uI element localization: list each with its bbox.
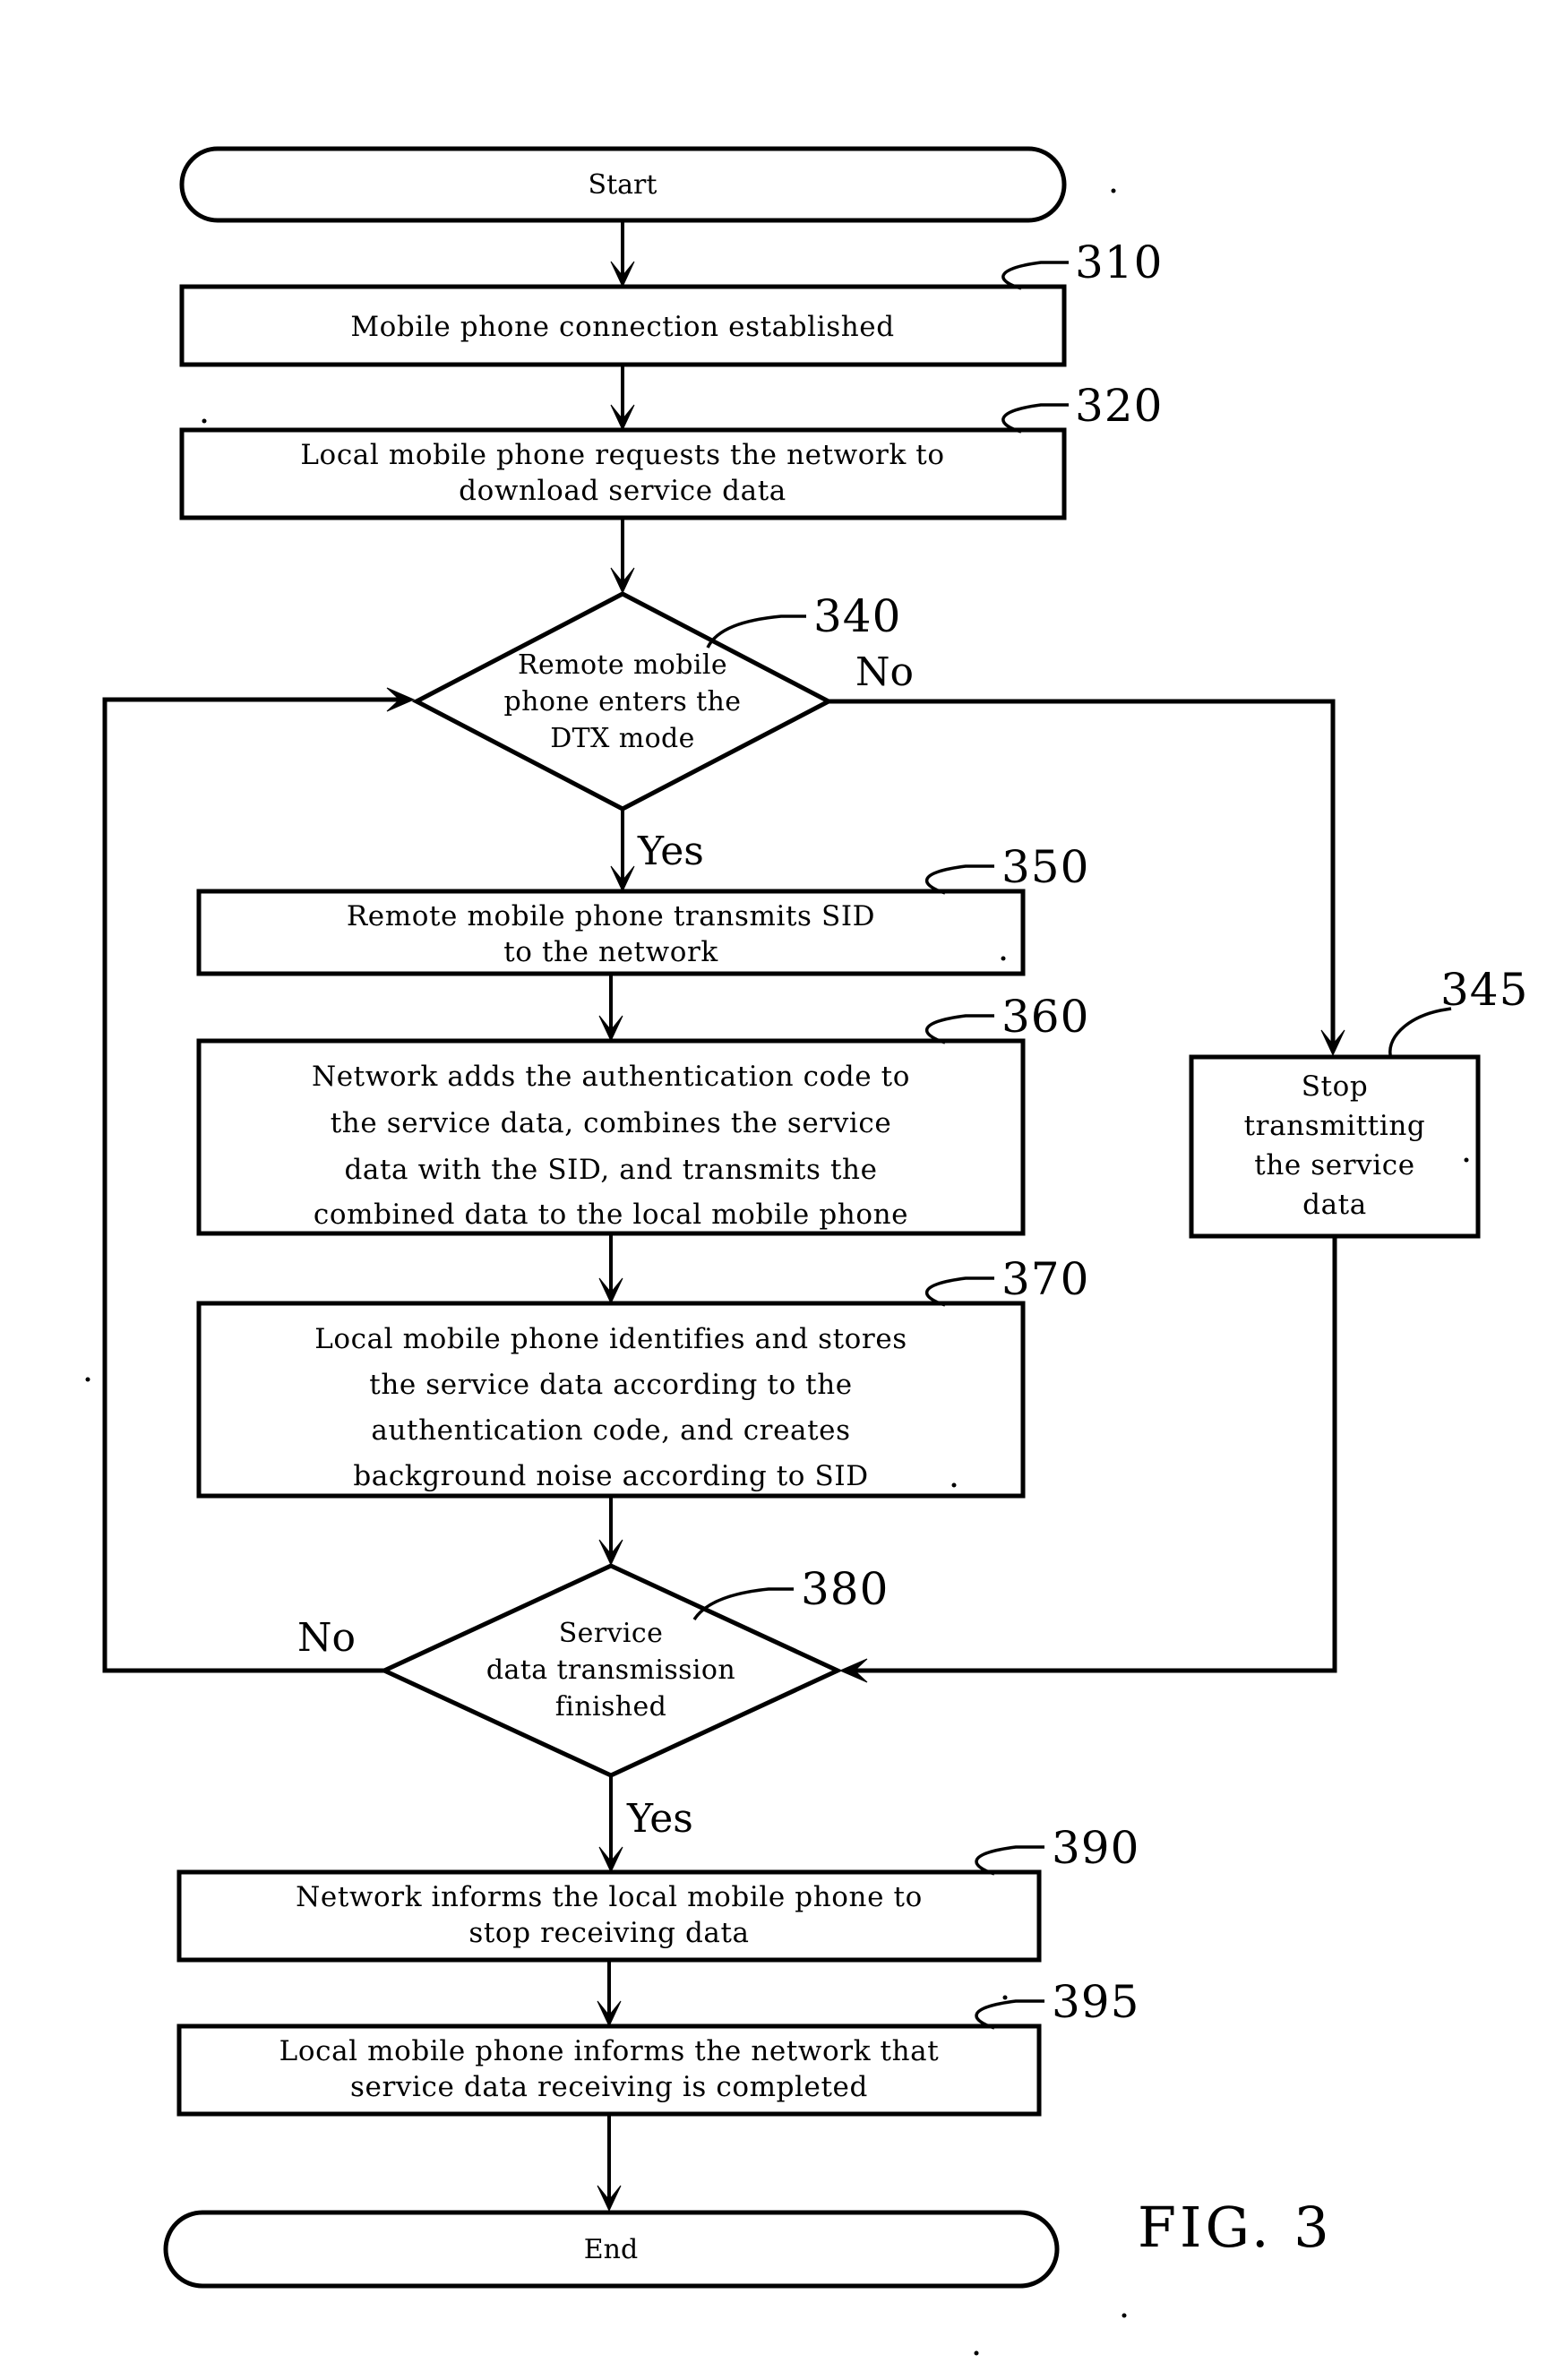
ref-leader-310: 310 bbox=[1001, 236, 1163, 290]
process-345-line-2: the service bbox=[1254, 1149, 1414, 1181]
terminal-end-label: End bbox=[584, 2234, 638, 2265]
process-320-line-0: Local mobile phone requests the network … bbox=[300, 439, 944, 471]
connector-320-to-340 bbox=[610, 518, 635, 594]
ref-number-395: 395 bbox=[1052, 1976, 1139, 2028]
connector-310-to-320 bbox=[610, 365, 635, 431]
ref-number-340: 340 bbox=[813, 590, 901, 642]
ref-leader-345: 345 bbox=[1388, 964, 1528, 1060]
ref-leader-395: 395 bbox=[975, 1976, 1139, 2030]
patent-figure-page: Start Mobile phone connection establishe… bbox=[0, 0, 1547, 2380]
terminal-end: End bbox=[163, 2210, 1060, 2289]
connector-395-to-end bbox=[597, 2114, 622, 2212]
ref-number-390: 390 bbox=[1052, 1822, 1139, 1874]
process-310-line-0: Mobile phone connection established bbox=[350, 311, 894, 343]
process-350-line-0: Remote mobile phone transmits SID bbox=[347, 900, 875, 932]
process-390-line-1: stop receiving data bbox=[468, 1917, 749, 1949]
process-350: Remote mobile phone transmits SID to the… bbox=[196, 889, 1026, 976]
ref-leader-350: 350 bbox=[924, 841, 1089, 895]
branch-label-340-no: No bbox=[855, 649, 914, 695]
decision-340-line-1: phone enters the bbox=[504, 686, 742, 717]
process-370-line-3: background noise according to SID bbox=[353, 1460, 868, 1492]
flowchart-canvas: Start Mobile phone connection establishe… bbox=[85, 146, 1528, 2356]
process-310: Mobile phone connection established bbox=[179, 284, 1067, 367]
ref-number-345: 345 bbox=[1440, 964, 1528, 1016]
connector-380-to-390 bbox=[598, 1775, 623, 1873]
ref-leader-380: 380 bbox=[692, 1563, 889, 1621]
connector-370-to-380 bbox=[598, 1496, 623, 1566]
process-320: Local mobile phone requests the network … bbox=[179, 427, 1067, 520]
connector-390-to-395 bbox=[597, 1960, 622, 2027]
ref-number-380: 380 bbox=[801, 1563, 889, 1615]
ref-number-370: 370 bbox=[1001, 1253, 1089, 1305]
decision-380: Service data transmission finished bbox=[379, 1563, 843, 1778]
ref-number-310: 310 bbox=[1075, 236, 1163, 288]
ref-leader-390: 390 bbox=[975, 1822, 1139, 1876]
decision-340-line-0: Remote mobile bbox=[518, 649, 727, 681]
connector-360-to-370 bbox=[598, 1233, 623, 1304]
ref-number-360: 360 bbox=[1001, 991, 1089, 1043]
ref-leader-360: 360 bbox=[924, 991, 1089, 1044]
ref-number-350: 350 bbox=[1001, 841, 1089, 893]
decision-340-line-2: DTX mode bbox=[550, 723, 695, 754]
decision-380-line-1: data transmission bbox=[486, 1654, 735, 1686]
process-345-line-3: data bbox=[1302, 1189, 1367, 1221]
process-370-line-1: the service data according to the bbox=[369, 1369, 852, 1401]
ref-number-320: 320 bbox=[1075, 380, 1163, 432]
decision-380-line-0: Service bbox=[559, 1618, 664, 1649]
process-360-line-3: combined data to the local mobile phone bbox=[314, 1199, 908, 1231]
connector-340-to-350 bbox=[610, 809, 635, 892]
process-370-line-2: authentication code, and creates bbox=[371, 1414, 850, 1447]
process-360-line-0: Network adds the authentication code to bbox=[312, 1061, 910, 1093]
process-360-line-1: the service data, combines the service bbox=[331, 1107, 892, 1139]
branch-label-380-no: No bbox=[297, 1615, 356, 1661]
ref-leader-370: 370 bbox=[924, 1253, 1089, 1307]
process-345-line-1: transmitting bbox=[1244, 1110, 1426, 1142]
process-390-line-0: Network informs the local mobile phone t… bbox=[296, 1881, 923, 1913]
process-370: Local mobile phone identifies and stores… bbox=[196, 1301, 1026, 1499]
process-395-line-1: service data receiving is completed bbox=[350, 2071, 868, 2103]
connector-350-to-360 bbox=[598, 974, 623, 1042]
connector-start-to-310 bbox=[610, 220, 635, 288]
terminal-start-label: Start bbox=[589, 169, 657, 201]
figure-label: FIG. 3 bbox=[1138, 2195, 1333, 2260]
process-390: Network informs the local mobile phone t… bbox=[176, 1869, 1042, 1963]
decision-380-line-2: finished bbox=[555, 1691, 667, 1723]
branch-label-340-yes: Yes bbox=[637, 829, 704, 874]
process-395-line-0: Local mobile phone informs the network t… bbox=[279, 2035, 940, 2067]
branch-label-380-yes: Yes bbox=[626, 1796, 693, 1842]
process-395: Local mobile phone informs the network t… bbox=[176, 2023, 1042, 2117]
ref-leader-320: 320 bbox=[1001, 380, 1163, 434]
ref-leader-340: 340 bbox=[706, 590, 901, 649]
process-360-line-2: data with the SID, and transmits the bbox=[344, 1154, 877, 1186]
decision-340: Remote mobile phone enters the DTX mode bbox=[411, 591, 834, 812]
process-345: Stop transmitting the service data bbox=[1189, 1054, 1481, 1239]
process-320-line-1: download service data bbox=[459, 475, 786, 507]
process-350-line-1: to the network bbox=[503, 936, 718, 968]
terminal-start: Start bbox=[179, 146, 1067, 223]
process-370-line-0: Local mobile phone identifies and stores bbox=[314, 1323, 907, 1355]
process-360: Network adds the authentication code to … bbox=[196, 1038, 1026, 1236]
process-345-line-0: Stop bbox=[1302, 1070, 1369, 1103]
